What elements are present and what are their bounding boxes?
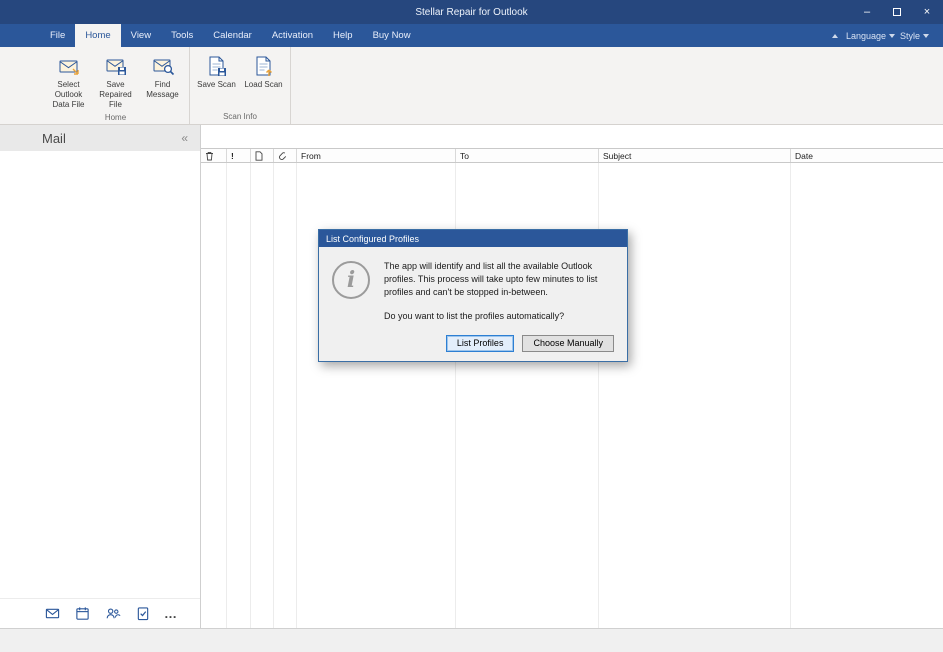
dialog-body: i The app will identify and list all the… bbox=[319, 247, 627, 361]
collapse-sidebar-icon[interactable]: « bbox=[181, 131, 188, 145]
style-dropdown[interactable]: Style bbox=[900, 31, 929, 41]
grid-column bbox=[251, 163, 274, 628]
ribbon-button-label: Save Repaired File bbox=[93, 80, 138, 110]
ribbon-toolbar: Select Outlook Data File Save Repaired F… bbox=[0, 47, 943, 125]
contacts-icon bbox=[105, 606, 121, 621]
grid-column bbox=[274, 163, 297, 628]
calendar-icon bbox=[75, 606, 90, 621]
tasks-icon bbox=[136, 606, 150, 621]
menubar-right: Language Style bbox=[832, 24, 943, 47]
ribbon-group-home: Select Outlook Data File Save Repaired F… bbox=[42, 47, 190, 124]
ribbon-group-label: Home bbox=[45, 112, 186, 124]
find-message-button[interactable]: Find Message bbox=[139, 50, 186, 112]
chevron-down-icon bbox=[923, 34, 929, 38]
menu-bar: File Home View Tools Calendar Activation… bbox=[0, 24, 943, 47]
save-repaired-file-button[interactable]: Save Repaired File bbox=[92, 50, 139, 112]
column-to[interactable]: To bbox=[456, 149, 599, 162]
language-dropdown[interactable]: Language bbox=[846, 31, 895, 41]
column-item-type[interactable] bbox=[251, 149, 274, 162]
subject-label: Subject bbox=[603, 151, 631, 161]
dialog-message: The app will identify and list all the a… bbox=[384, 260, 614, 299]
grid-column bbox=[791, 163, 943, 628]
calendar-view-button[interactable] bbox=[74, 605, 91, 622]
importance-label: ! bbox=[231, 151, 234, 161]
ribbon-group-scan-info: Save Scan Load Scan Scan Info bbox=[190, 47, 291, 124]
style-label: Style bbox=[900, 31, 920, 41]
trash-icon bbox=[205, 151, 214, 161]
mail-list-header: ! From To bbox=[201, 148, 943, 163]
dialog-title-bar[interactable]: List Configured Profiles bbox=[319, 230, 627, 247]
contacts-view-button[interactable] bbox=[104, 605, 121, 622]
tab-calendar[interactable]: Calendar bbox=[203, 24, 262, 47]
tab-home[interactable]: Home bbox=[75, 24, 120, 47]
select-outlook-data-file-button[interactable]: Select Outlook Data File bbox=[45, 50, 92, 112]
date-label: Date bbox=[795, 151, 813, 161]
mail-view-button[interactable] bbox=[44, 605, 61, 622]
more-views-button[interactable]: … bbox=[164, 609, 178, 619]
choose-manually-button[interactable]: Choose Manually bbox=[522, 335, 614, 352]
content-area: Mail « bbox=[0, 125, 943, 628]
window-title: Stellar Repair for Outlook bbox=[415, 7, 527, 18]
column-from[interactable]: From bbox=[297, 149, 456, 162]
language-label: Language bbox=[846, 31, 886, 41]
find-message-icon bbox=[151, 52, 175, 79]
select-outlook-data-file-icon bbox=[57, 52, 81, 79]
ribbon-button-label: Load Scan bbox=[244, 80, 282, 90]
save-scan-button[interactable]: Save Scan bbox=[193, 50, 240, 111]
grid-column bbox=[201, 163, 227, 628]
close-button[interactable]: × bbox=[921, 6, 933, 18]
column-delete[interactable] bbox=[201, 149, 227, 162]
ribbon-button-label: Save Scan bbox=[197, 80, 236, 90]
ribbon-button-label: Find Message bbox=[140, 80, 185, 100]
paperclip-icon bbox=[278, 151, 287, 161]
minimize-button[interactable]: – bbox=[861, 6, 873, 18]
tab-help[interactable]: Help bbox=[323, 24, 363, 47]
maximize-button[interactable] bbox=[891, 6, 903, 18]
column-date[interactable]: Date bbox=[791, 149, 943, 162]
tasks-view-button[interactable] bbox=[134, 605, 151, 622]
tab-view[interactable]: View bbox=[121, 24, 161, 47]
column-attachment[interactable] bbox=[274, 149, 297, 162]
load-scan-icon bbox=[252, 52, 276, 79]
save-scan-icon bbox=[205, 52, 229, 79]
column-subject[interactable]: Subject bbox=[599, 149, 791, 162]
dialog-title: List Configured Profiles bbox=[326, 234, 419, 244]
ribbon-button-label: Select Outlook Data File bbox=[46, 80, 91, 110]
document-icon bbox=[255, 151, 263, 161]
info-icon: i bbox=[332, 261, 370, 299]
from-label: From bbox=[301, 151, 321, 161]
title-bar: Stellar Repair for Outlook – × bbox=[0, 0, 943, 24]
dialog-buttons: List Profiles Choose Manually bbox=[332, 335, 614, 352]
grid-column bbox=[227, 163, 251, 628]
list-configured-profiles-dialog: List Configured Profiles i The app will … bbox=[318, 229, 628, 362]
mail-tree-panel[interactable] bbox=[0, 151, 200, 598]
status-bar bbox=[0, 628, 943, 652]
load-scan-button[interactable]: Load Scan bbox=[240, 50, 287, 111]
to-label: To bbox=[460, 151, 469, 161]
sidebar-header: Mail « bbox=[0, 125, 200, 151]
tab-file[interactable]: File bbox=[40, 24, 75, 47]
mail-list-area: ! From To bbox=[201, 125, 943, 628]
mail-sidebar: Mail « bbox=[0, 125, 201, 628]
window-controls: – × bbox=[861, 0, 933, 24]
mail-icon bbox=[45, 606, 60, 621]
tab-buy-now[interactable]: Buy Now bbox=[363, 24, 421, 47]
maximize-icon bbox=[893, 8, 901, 16]
tab-activation[interactable]: Activation bbox=[262, 24, 323, 47]
chevron-down-icon bbox=[889, 34, 895, 38]
app-window: Stellar Repair for Outlook – × File Home… bbox=[0, 0, 943, 652]
sidebar-footer: … bbox=[0, 598, 200, 628]
collapse-ribbon-icon[interactable] bbox=[832, 34, 838, 38]
column-importance[interactable]: ! bbox=[227, 149, 251, 162]
save-repaired-file-icon bbox=[104, 52, 128, 79]
dialog-question: Do you want to list the profiles automat… bbox=[384, 310, 614, 323]
list-profiles-button[interactable]: List Profiles bbox=[446, 335, 515, 352]
tab-tools[interactable]: Tools bbox=[161, 24, 203, 47]
ribbon-group-label: Scan Info bbox=[193, 111, 287, 123]
sidebar-title: Mail bbox=[42, 131, 66, 146]
